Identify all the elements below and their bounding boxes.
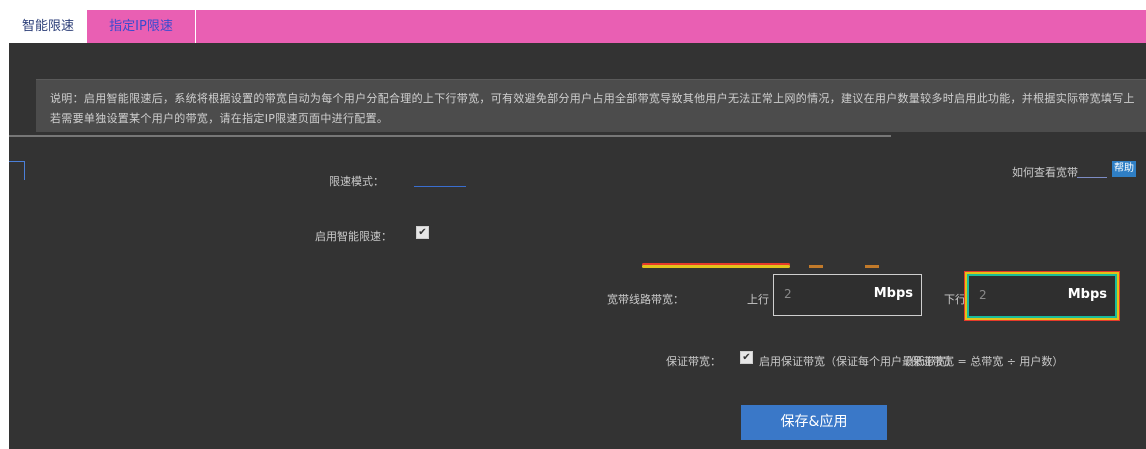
- notice-text: 说明：启用智能限速后，系统将根据设置的带宽自动为每个用户分配合理的上下行带宽，可…: [50, 89, 1135, 129]
- download-rate-unit: Mbps: [1067, 287, 1107, 302]
- tab-smart-limit[interactable]: 智能限速: [9, 10, 87, 43]
- notice-line-1: 说明：启用智能限速后，系统将根据设置的带宽自动为每个用户分配合理的上下行带宽，可…: [50, 92, 1135, 105]
- download-rate-input[interactable]: 2 Mbps: [967, 274, 1117, 318]
- tab-bar: 智能限速 指定IP限速: [9, 10, 1146, 43]
- bandwidth-help-link[interactable]: 如何查看宽带: [1012, 164, 1078, 180]
- settings-panel: 说明：启用智能限速后，系统将根据设置的带宽自动为每个用户分配合理的上下行带宽，可…: [9, 43, 1146, 449]
- bandwidth-label: 宽带线路带宽：: [607, 293, 684, 306]
- upload-rate-unit: Mbps: [873, 286, 913, 301]
- focus-mark-1: [809, 265, 823, 268]
- download-rate-value: 2: [979, 288, 987, 302]
- enable-label: 启用智能限速：: [315, 230, 392, 243]
- mode-label: 限速模式：: [329, 175, 384, 188]
- save-apply-button[interactable]: 保存&应用: [741, 405, 887, 440]
- guarantee-checkbox[interactable]: ✔: [740, 351, 753, 364]
- guarantee-extra: （保证带宽 = 总带宽 ÷ 用户数）: [899, 355, 1064, 368]
- help-link-underline: [1077, 177, 1107, 178]
- mode-field[interactable]: [414, 172, 466, 187]
- notice-box: 说明：启用智能限速后，系统将根据设置的带宽自动为每个用户分配合理的上下行带宽，可…: [36, 79, 1146, 132]
- guarantee-label: 保证带宽：: [666, 355, 721, 368]
- notice-scrollbar[interactable]: [9, 135, 891, 137]
- tab-ip-limit[interactable]: 指定IP限速: [87, 10, 196, 43]
- focus-highlight: [642, 265, 790, 268]
- upload-rate-input[interactable]: 2 Mbps: [773, 274, 922, 316]
- focus-mark-2: [865, 265, 879, 268]
- notice-line-2: 若需要单独设置某个用户的带宽，请在指定IP限速页面中进行配置。: [50, 112, 389, 125]
- section-marker: [9, 161, 25, 180]
- help-badge[interactable]: 帮助: [1112, 161, 1136, 177]
- upload-prefix: 上行: [747, 293, 769, 306]
- upload-rate-value: 2: [784, 287, 792, 301]
- enable-checkbox[interactable]: ✔: [416, 226, 429, 239]
- download-prefix: 下行: [944, 293, 966, 306]
